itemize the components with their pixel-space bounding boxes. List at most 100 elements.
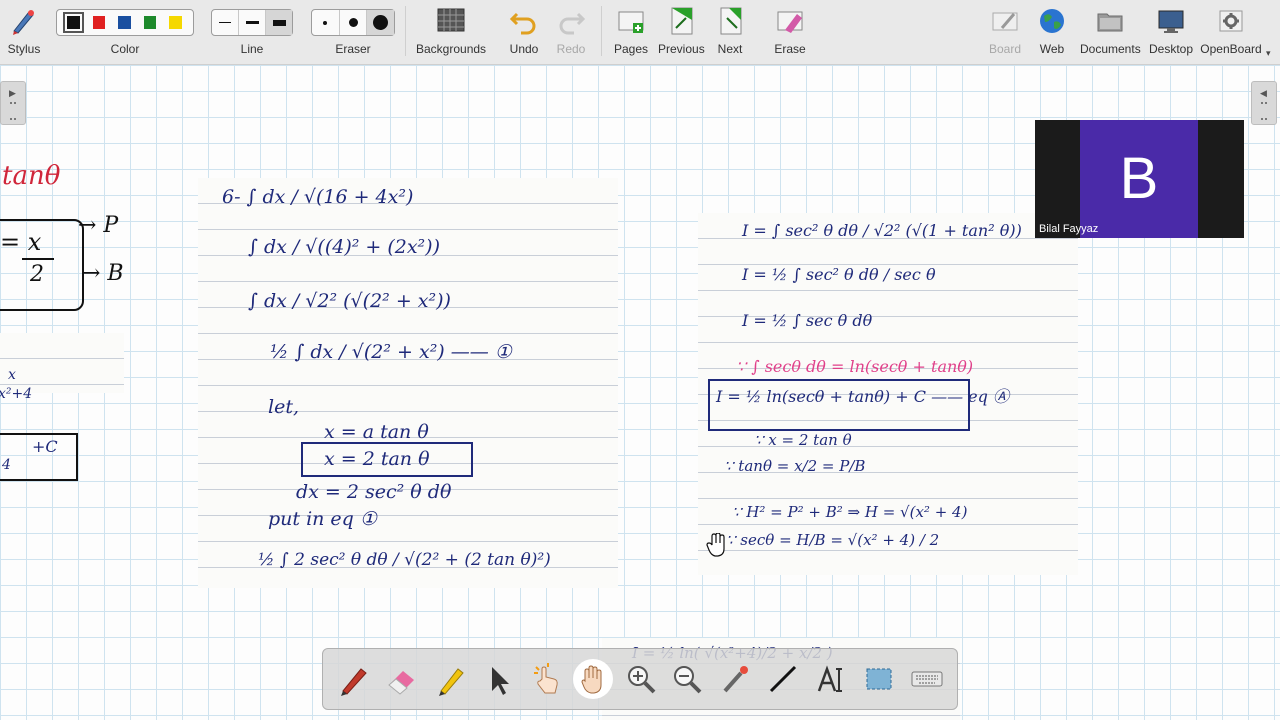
keyboard-icon	[911, 671, 943, 687]
marker-tool-button[interactable]	[431, 659, 471, 699]
note-line-17: ∵ tanθ = x/2 = P/B	[724, 457, 866, 475]
tan-theta-note: tanθ	[2, 161, 61, 191]
next-button[interactable]: Next	[710, 0, 750, 64]
interact-tool-button[interactable]	[526, 659, 566, 699]
avatar-initial: B	[1119, 146, 1159, 211]
laser-pointer-tool-button[interactable]	[715, 659, 755, 699]
previous-button[interactable]: Previous	[658, 0, 705, 64]
stylus-button[interactable]: Stylus	[4, 0, 44, 64]
note-line-1: 6- ∫ dx / √(16 + 4x²)	[222, 186, 414, 208]
board-button[interactable]: Board	[985, 0, 1025, 64]
note-line-8: dx = 2 sec² θ dθ	[296, 481, 452, 503]
zoom-in-tool-button[interactable]	[621, 659, 661, 699]
color-swatch-green[interactable]	[143, 16, 157, 29]
text-icon	[817, 665, 842, 692]
text-tool-button[interactable]	[811, 659, 851, 699]
notebook-page-right: I = ∫ sec² θ dθ / √2² (√(1 + tan² θ)) I …	[698, 213, 1078, 575]
erase-label: Erase	[774, 42, 806, 56]
color-swatch-blue[interactable]	[118, 16, 131, 29]
ratio-bar	[22, 258, 54, 260]
backgrounds-label: Backgrounds	[416, 42, 487, 56]
toolbar-overflow-icon[interactable]: ▾	[1266, 48, 1271, 59]
openboard-button[interactable]: OpenBoard	[1200, 0, 1262, 64]
laser-pointer-icon	[723, 666, 748, 693]
web-button[interactable]: Web	[1032, 0, 1072, 64]
keyboard-tool-button[interactable]	[907, 659, 947, 699]
color-label: Color	[110, 42, 140, 56]
line-label: Line	[240, 42, 264, 56]
toolbar-divider	[405, 6, 406, 56]
eraser-label: Eraser	[335, 42, 371, 56]
documents-button[interactable]: Documents	[1080, 0, 1141, 64]
perpendicular-label: → P	[78, 213, 119, 238]
stylus-label: Stylus	[7, 42, 41, 56]
board-label: Board	[988, 42, 1022, 56]
note-line-13: I = ½ ∫ sec θ dθ	[742, 311, 873, 330]
fraction-bottom: x²+4	[0, 386, 33, 402]
openboard-label: OpenBoard	[1200, 42, 1262, 56]
zoom-out-tool-button[interactable]	[667, 659, 707, 699]
base-label: → B	[82, 261, 124, 286]
color-swatch-yellow[interactable]	[169, 16, 182, 29]
redo-button[interactable]: Redo	[551, 0, 591, 64]
ratio-numerator: = x	[0, 228, 42, 256]
selector-tool-button[interactable]	[478, 659, 518, 699]
color-group: Color	[56, 0, 194, 64]
line-medium-option[interactable]	[239, 10, 266, 35]
backgrounds-button[interactable]: Backgrounds	[416, 0, 486, 64]
line-tool-button[interactable]	[763, 659, 803, 699]
add-page-icon	[618, 11, 644, 33]
monitor-icon	[1158, 10, 1184, 33]
line-thin-option[interactable]	[212, 10, 239, 35]
boxed-result: +C 4	[0, 433, 78, 481]
erase-button[interactable]: Erase	[770, 0, 810, 64]
screen-capture-icon	[866, 668, 892, 690]
line-width-selector	[211, 9, 293, 36]
four-note: 4	[2, 457, 11, 473]
pointer-arrow-icon	[492, 667, 509, 695]
line-icon	[769, 665, 797, 693]
right-panel-tab[interactable]: ◀	[1251, 81, 1277, 125]
grip-icon	[10, 102, 16, 120]
next-page-icon	[720, 7, 742, 35]
expand-arrow-icon: ▶	[9, 88, 16, 98]
color-swatch-red[interactable]	[92, 16, 106, 29]
note-line-15: I = ½ ln(secθ + tanθ) + C —— eq Ⓐ	[716, 387, 1009, 406]
pages-button[interactable]: Pages	[611, 0, 651, 64]
note-line-18: ∵ H² = P² + B² ⇒ H = √(x² + 4)	[732, 503, 968, 521]
eraser-medium-option[interactable]	[340, 10, 368, 35]
tool-dock	[322, 648, 958, 710]
zoom-in-icon	[628, 666, 656, 694]
grid-background-icon	[437, 8, 465, 32]
documents-label: Documents	[1080, 42, 1141, 56]
note-line-4: ½ ∫ dx / √(2² + x²) —— ①	[270, 341, 512, 363]
line-thick-option[interactable]	[266, 10, 292, 35]
notebook-page-left: 6- ∫ dx / √(16 + 4x²) ∫ dx / √((4)² + (2…	[198, 178, 618, 588]
toolbar-divider	[601, 6, 602, 56]
settings-gear-icon	[1219, 10, 1243, 32]
pen-tool-button[interactable]	[333, 659, 373, 699]
previous-page-icon	[671, 7, 693, 35]
color-swatches	[56, 9, 194, 36]
left-panel-tab[interactable]: ▶	[0, 81, 26, 125]
note-line-2: ∫ dx / √((4)² + (2x²))	[248, 236, 441, 258]
zoom-out-icon	[674, 666, 702, 694]
pen-icon	[341, 668, 367, 696]
eraser-large-option[interactable]	[367, 10, 395, 35]
undo-icon	[509, 12, 536, 35]
eraser-small-option[interactable]	[312, 10, 340, 35]
eraser-tool-button[interactable]	[381, 659, 421, 699]
hand-tool-button[interactable]	[573, 659, 613, 699]
redo-icon	[559, 12, 586, 35]
capture-tool-button[interactable]	[859, 659, 899, 699]
undo-label: Undo	[509, 42, 539, 56]
hand-icon	[581, 665, 602, 694]
undo-button[interactable]: Undo	[504, 0, 544, 64]
redo-label: Redo	[556, 42, 586, 56]
main-toolbar: Stylus Color Line Eraser Backgrounds Und…	[0, 0, 1280, 65]
note-line-7: x = 2 tan θ	[324, 448, 430, 470]
ratio-denominator: 2	[30, 262, 44, 287]
desktop-button[interactable]: Desktop	[1146, 0, 1196, 64]
color-swatch-black[interactable]	[63, 12, 84, 33]
participant-video-tile: B Bilal Fayyaz	[1035, 120, 1244, 238]
